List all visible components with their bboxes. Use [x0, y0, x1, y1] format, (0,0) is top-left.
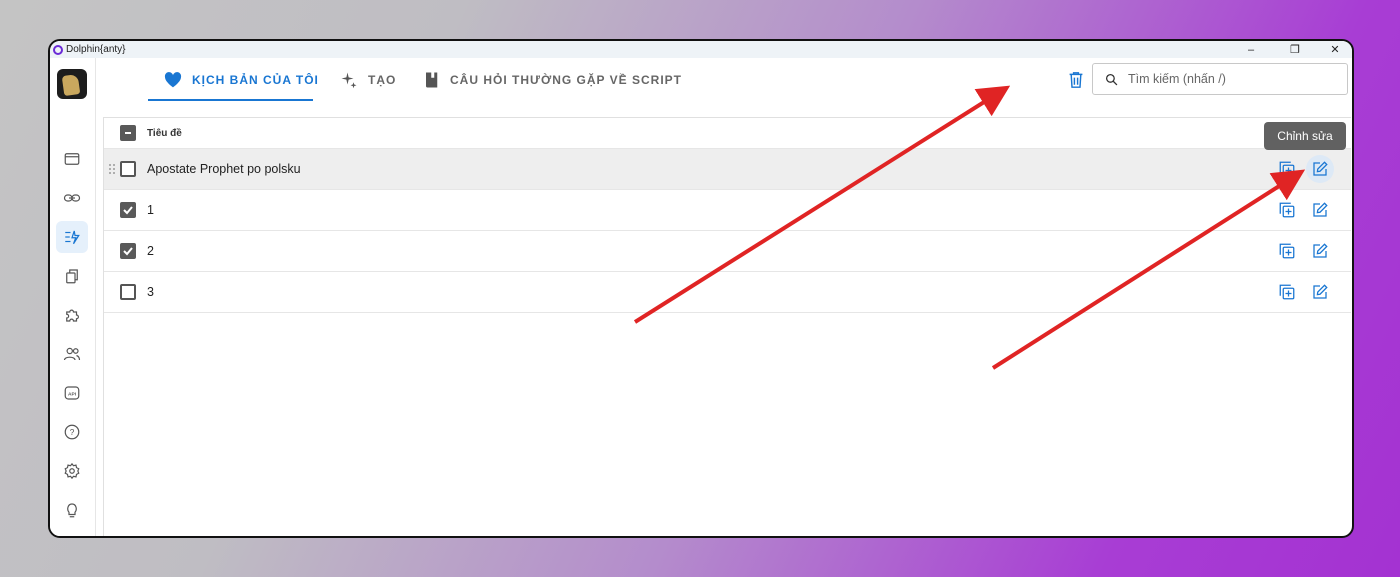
book-icon	[424, 71, 440, 89]
duplicate-button[interactable]	[1276, 158, 1298, 180]
edit-icon	[1313, 202, 1328, 217]
table-row[interactable]: 1	[104, 190, 1351, 231]
duplicate-icon	[1279, 243, 1295, 259]
tab-label: CÂU HỎI THƯỜNG GẶP VỀ SCRIPT	[450, 73, 682, 87]
sidebar-item-scenarios[interactable]	[56, 221, 88, 253]
duplicate-icon	[1279, 161, 1295, 177]
edit-icon	[1313, 284, 1328, 299]
row-title: 3	[147, 285, 154, 299]
avatar[interactable]	[57, 69, 87, 99]
duplicate-icon	[1279, 202, 1295, 218]
column-title-header: Tiêu đề	[147, 127, 182, 139]
help-icon: ?	[64, 424, 80, 440]
sidebar-item-help[interactable]: ?	[56, 416, 88, 448]
row-checkbox[interactable]	[120, 202, 136, 218]
duplicate-button[interactable]	[1276, 281, 1298, 303]
sidebar-item-team[interactable]	[56, 338, 88, 370]
search-icon	[1105, 73, 1118, 85]
scripts-table: Tiêu đề Apostate Prophet po polsku 1 2 3	[103, 117, 1351, 536]
table-row[interactable]: 2	[104, 231, 1351, 272]
edit-button[interactable]	[1309, 240, 1331, 262]
sidebar: API ?	[50, 58, 96, 536]
lightbulb-icon	[67, 503, 77, 518]
restore-button[interactable]: ❐	[1284, 41, 1306, 58]
checkmark-icon	[123, 247, 133, 256]
close-button[interactable]: ✕	[1324, 41, 1346, 58]
tab-script-faq[interactable]: CÂU HỎI THƯỜNG GẶP VỀ SCRIPT	[424, 58, 682, 102]
link-icon	[63, 194, 81, 202]
minimize-button[interactable]: –	[1240, 41, 1262, 58]
table-row[interactable]: Apostate Prophet po polsku	[104, 149, 1351, 190]
duplicate-button[interactable]	[1276, 240, 1298, 262]
active-tab-indicator	[148, 99, 313, 101]
row-title: Apostate Prophet po polsku	[147, 162, 301, 176]
users-icon	[63, 347, 81, 361]
sidebar-item-settings[interactable]	[56, 455, 88, 487]
svg-text:API: API	[68, 391, 77, 397]
select-all-checkbox[interactable]	[120, 125, 136, 141]
edit-button[interactable]	[1306, 155, 1334, 183]
sparkle-icon	[340, 71, 358, 89]
sidebar-item-api[interactable]: API	[56, 377, 88, 409]
svg-text:?: ?	[70, 428, 75, 437]
sidebar-item-tips[interactable]	[56, 494, 88, 526]
tab-label: TẠO	[368, 73, 397, 87]
edit-button[interactable]	[1309, 199, 1331, 221]
edit-button[interactable]	[1309, 281, 1331, 303]
api-icon: API	[64, 386, 80, 400]
trash-icon	[1069, 72, 1083, 88]
checkmark-icon	[123, 206, 133, 215]
table-header: Tiêu đề	[104, 118, 1351, 149]
heart-icon	[164, 72, 182, 88]
browser-window-icon	[64, 153, 80, 165]
sidebar-item-proxies[interactable]	[56, 182, 88, 214]
drag-handle-icon[interactable]	[108, 163, 116, 175]
top-navigation: KỊCH BẢN CỦA TÔI TẠO CÂU HỎI THƯỜNG GẶP …	[96, 58, 1352, 118]
app-title: Dolphin{anty}	[66, 44, 126, 55]
row-checkbox[interactable]	[120, 284, 136, 300]
sidebar-item-extensions[interactable]	[56, 299, 88, 331]
edit-icon	[1313, 243, 1328, 258]
tab-my-scripts[interactable]: KỊCH BẢN CỦA TÔI	[164, 58, 319, 102]
edit-icon	[1313, 161, 1328, 176]
delete-button[interactable]	[1067, 70, 1085, 90]
indeterminate-icon	[125, 132, 131, 134]
row-title: 1	[147, 203, 154, 217]
duplicate-icon	[1279, 284, 1295, 300]
title-bar: Dolphin{anty} – ❐ ✕	[50, 41, 1352, 58]
puzzle-icon	[66, 309, 79, 322]
sidebar-item-copies[interactable]	[56, 260, 88, 292]
row-title: 2	[147, 244, 154, 258]
row-checkbox[interactable]	[120, 243, 136, 259]
edit-tooltip: Chỉnh sửa	[1264, 122, 1346, 150]
search-box[interactable]	[1092, 63, 1348, 95]
app-window: Dolphin{anty} – ❐ ✕ API ? KỊCH BẢN CỦA T…	[48, 39, 1354, 538]
gear-icon	[64, 462, 80, 480]
tab-create[interactable]: TẠO	[340, 58, 396, 102]
dolphin-logo-icon	[53, 44, 63, 55]
tab-label: KỊCH BẢN CỦA TÔI	[192, 73, 319, 87]
row-checkbox[interactable]	[120, 161, 136, 177]
copy-icon	[66, 269, 78, 284]
automation-icon	[65, 230, 80, 245]
duplicate-button[interactable]	[1276, 199, 1298, 221]
sidebar-item-browser-profiles[interactable]	[56, 143, 88, 175]
search-input[interactable]	[1128, 72, 1328, 86]
table-row[interactable]: 3	[104, 272, 1351, 313]
